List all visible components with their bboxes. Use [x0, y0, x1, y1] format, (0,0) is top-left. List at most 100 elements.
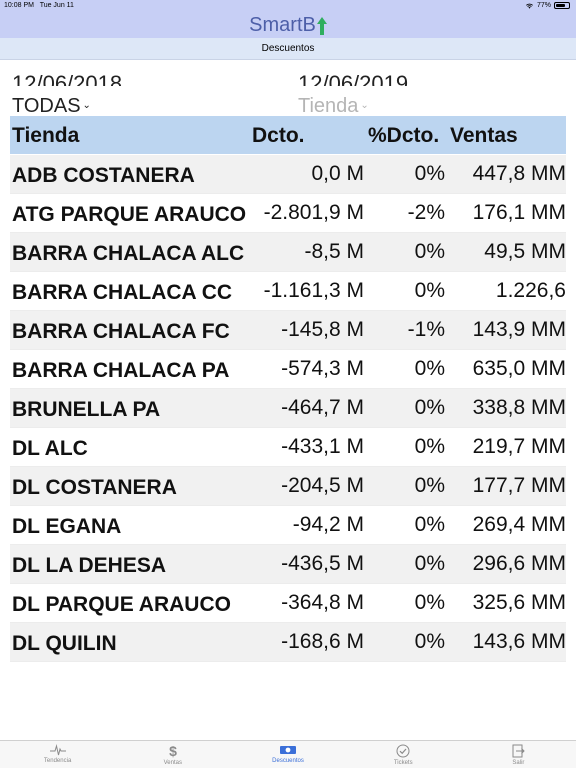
cell-pct-dcto: 0%: [414, 240, 445, 263]
cell-ventas: 143,9 MM: [472, 318, 566, 341]
table-row[interactable]: BARRA CHALACA ALC -8,5 M 0% 49,5 MM: [10, 233, 566, 272]
upward-arrow-icon: [316, 17, 327, 35]
tab-label: Descuentos: [272, 758, 304, 764]
cell-tienda: BRUNELLA PA: [12, 398, 161, 421]
group-picker-value: TODAS: [12, 95, 81, 116]
column-header-tienda[interactable]: Tienda: [12, 124, 79, 148]
cell-tienda: BARRA CHALACA FC: [12, 320, 230, 343]
chevron-down-icon: ⌄: [360, 100, 369, 111]
cell-ventas: 296,6 MM: [472, 552, 566, 575]
cell-tienda: DL COSTANERA: [12, 476, 177, 499]
section-title: Descuentos: [0, 38, 576, 60]
cell-pct-dcto: 0%: [414, 552, 445, 575]
cell-ventas: 177,7 MM: [472, 474, 566, 497]
table-row[interactable]: DL EGANA -94,2 M 0% 269,4 MM: [10, 506, 566, 545]
cell-dcto: -94,2 M: [292, 513, 364, 536]
cell-ventas: 269,4 MM: [472, 513, 566, 536]
cell-dcto: -433,1 M: [281, 435, 364, 458]
app-title: SmartB: [249, 14, 316, 36]
tab-ventas[interactable]: $ Ventas: [115, 741, 230, 768]
battery-icon: [554, 2, 570, 9]
cell-dcto: -168,6 M: [281, 630, 364, 653]
table-row[interactable]: BRUNELLA PA -464,7 M 0% 338,8 MM: [10, 389, 566, 428]
tab-label: Salir: [512, 760, 525, 766]
table-row[interactable]: DL PARQUE ARAUCO -364,8 M 0% 325,6 MM: [10, 584, 566, 623]
tab-bar: Tendencia $ Ventas Descuentos Tickets Salir: [0, 740, 576, 768]
store-picker[interactable]: Tienda ⌄: [298, 94, 369, 116]
cell-ventas: 447,8 MM: [472, 162, 566, 185]
status-bar: 10:08 PM Tue Jun 11 77%: [0, 0, 576, 12]
tab-label: Tickets: [393, 760, 413, 766]
pulse-icon: [0, 744, 115, 756]
cell-pct-dcto: 0%: [414, 591, 445, 614]
table-row[interactable]: DL COSTANERA -204,5 M 0% 177,7 MM: [10, 467, 566, 506]
cell-dcto: -204,5 M: [281, 474, 364, 497]
status-time-date: 10:08 PM Tue Jun 11: [4, 2, 74, 9]
cell-ventas: 325,6 MM: [472, 591, 566, 614]
screen: 10:08 PM Tue Jun 11 77% SmartB Descuento…: [0, 0, 576, 768]
cell-dcto: -574,3 M: [281, 357, 364, 380]
banknote-icon: [230, 744, 345, 756]
checkmark-circle-icon: [346, 744, 461, 758]
cell-pct-dcto: 0%: [414, 357, 445, 380]
table-row[interactable]: DL ALC -433,1 M 0% 219,7 MM: [10, 428, 566, 467]
table-body[interactable]: ADB COSTANERA 0,0 M 0% 447,8 MM ATG PARQUE A…: [10, 155, 566, 740]
tab-tendencia[interactable]: Tendencia: [0, 741, 115, 768]
chevron-down-icon: ⌄: [82, 100, 91, 111]
exit-icon: [461, 744, 576, 758]
cell-tienda: BARRA CHALACA ALC: [12, 242, 245, 265]
table-row[interactable]: BARRA CHALACA CC-1.161,3 M0%1.226,6 MM: [10, 272, 566, 336]
cell-pct-dcto: 0%: [414, 162, 445, 185]
cell-ventas: 49,5 MM: [484, 240, 566, 263]
cell-dcto: -436,5 M: [281, 552, 364, 575]
table-row[interactable]: ATG PARQUE ARAUCO -2.801,9 M -2% 176,1 MM: [10, 194, 566, 233]
table-row[interactable]: BARRA CHALACA PA -574,3 M 0% 635,0 MM: [10, 350, 566, 389]
column-header-pct-dcto[interactable]: %Dcto.: [368, 124, 439, 148]
cell-tienda: DL PARQUE ARAUCO: [12, 593, 231, 616]
cell-ventas: 143,6 MM: [472, 630, 566, 653]
cell-dcto: -8,5 M: [304, 240, 364, 263]
status-date: Tue Jun 11: [39, 2, 74, 9]
cell-pct-dcto: -1%: [407, 318, 445, 341]
wifi-icon: [525, 3, 533, 9]
cell-dcto: -464,7 M: [281, 396, 364, 419]
cell-dcto: -2.801,9 M: [263, 201, 364, 224]
cell-tienda: DL LA DEHESA: [12, 554, 167, 577]
battery-percent: 77%: [536, 2, 551, 9]
app-logo: SmartB: [249, 12, 327, 38]
cell-tienda: DL ALC: [12, 437, 88, 460]
table-row[interactable]: DL QUILIN -168,6 M 0% 143,6 MM: [10, 623, 566, 662]
table-row[interactable]: BARRA CHALACA FC -145,8 M -1% 143,9 MM: [10, 311, 566, 350]
cell-pct-dcto: 0%: [414, 279, 445, 302]
date-to-field[interactable]: 12/06/2019: [298, 72, 408, 86]
group-picker[interactable]: TODAS ⌄: [12, 94, 91, 116]
battery-fill: [556, 4, 566, 7]
cell-pct-dcto: 0%: [414, 630, 445, 653]
cell-dcto: 0,0 M: [311, 162, 364, 185]
cell-tienda: ATG PARQUE ARAUCO: [12, 203, 247, 226]
table-header: Tienda Dcto. %Dcto. Ventas: [10, 116, 566, 154]
svg-text:$: $: [169, 744, 177, 758]
tab-tickets[interactable]: Tickets: [346, 741, 461, 768]
cell-pct-dcto: -2%: [407, 201, 445, 224]
cell-pct-dcto: 0%: [414, 513, 445, 536]
nav-bar: SmartB: [0, 12, 576, 38]
cell-tienda: DL QUILIN: [12, 632, 117, 655]
cell-pct-dcto: 0%: [414, 396, 445, 419]
cell-tienda: DL EGANA: [12, 515, 122, 538]
cell-tienda: BARRA CHALACA PA: [12, 359, 230, 382]
cell-ventas: 176,1 MM: [472, 201, 566, 224]
cell-tienda: ADB COSTANERA: [12, 164, 195, 187]
date-from-field[interactable]: 12/06/2018: [12, 72, 122, 86]
cell-ventas: 635,0 MM: [472, 357, 566, 380]
cell-pct-dcto: 0%: [414, 435, 445, 458]
filters-panel: 12/06/2018 12/06/2019 TODAS ⌄ Tienda ⌄: [0, 60, 576, 116]
table-row[interactable]: ADB COSTANERA 0,0 M 0% 447,8 MM: [10, 155, 566, 194]
cell-ventas: 219,7 MM: [472, 435, 566, 458]
tab-salir[interactable]: Salir: [461, 741, 576, 768]
table-row[interactable]: DL LA DEHESA -436,5 M 0% 296,6 MM: [10, 545, 566, 584]
column-header-ventas[interactable]: Ventas: [450, 124, 518, 148]
cell-dcto: -145,8 M: [281, 318, 364, 341]
column-header-dcto[interactable]: Dcto.: [252, 124, 305, 148]
tab-descuentos[interactable]: Descuentos: [230, 741, 345, 768]
